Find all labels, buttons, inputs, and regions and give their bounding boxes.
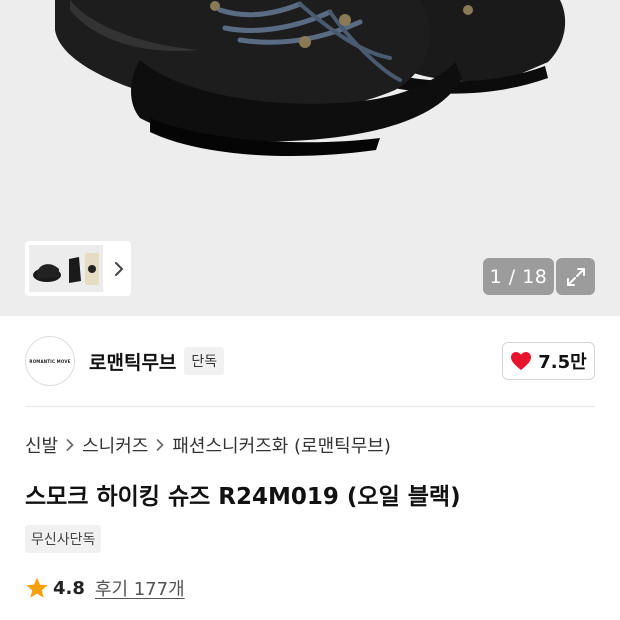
chevron-right-icon[interactable] (109, 259, 129, 279)
musinsa-exclusive-tag: 무신사단독 (25, 525, 102, 553)
expand-icon (566, 267, 585, 286)
brand-logo[interactable]: ROMANTIC MOVE (25, 336, 75, 386)
chevron-right-icon (66, 439, 74, 451)
brand-row: ROMANTIC MOVE 로맨틱무브 단독 7.5만 (25, 335, 595, 387)
product-title: 스모크 하이킹 슈즈 R24M019 (오일 블랙) (25, 484, 461, 510)
rating-row: 4.8 후기 177개 (25, 574, 185, 602)
divider (25, 406, 595, 407)
thumbnail-image[interactable] (29, 245, 103, 292)
product-image-gallery[interactable]: 1 / 18 (0, 0, 620, 316)
star-icon (26, 577, 48, 598)
brand-name[interactable]: 로맨틱무브 (89, 348, 176, 375)
breadcrumb-item-fashion-sneakers[interactable]: 패션스니커즈화 (로맨틱무브) (172, 432, 391, 458)
like-button[interactable]: 7.5만 (502, 342, 595, 380)
exclusive-badge: 단독 (184, 347, 225, 375)
thumbnail-strip[interactable] (25, 241, 131, 296)
breadcrumb: 신발 스니커즈 패션스니커즈화 (로맨틱무브) (25, 432, 391, 458)
review-count-link[interactable]: 후기 177개 (95, 575, 185, 601)
breadcrumb-item-shoes[interactable]: 신발 (25, 432, 58, 458)
like-count: 7.5만 (538, 352, 587, 373)
expand-button[interactable] (556, 258, 595, 295)
image-counter: 1 / 18 (483, 258, 554, 295)
chevron-right-icon (156, 439, 165, 451)
heart-icon (511, 352, 532, 370)
rating-score: 4.8 (53, 577, 85, 599)
breadcrumb-item-sneakers[interactable]: 스니커즈 (82, 432, 148, 458)
